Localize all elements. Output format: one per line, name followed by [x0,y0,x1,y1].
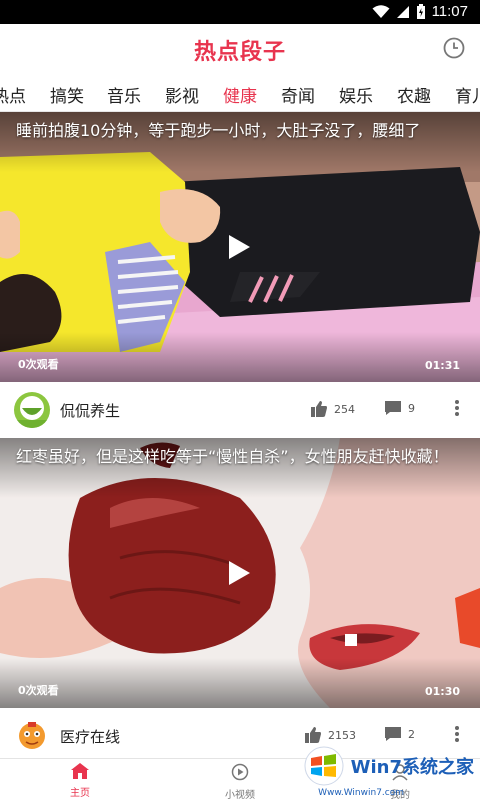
comment-count: 2 [408,727,415,741]
play-icon[interactable] [226,559,252,587]
tab-strange-news[interactable]: 奇闻 [281,82,315,107]
overlay-bottom [0,332,480,382]
status-icons: 11:07 [372,3,468,20]
watermark-url: Www.Winwin7.com [318,788,404,798]
author-avatar[interactable] [14,392,50,428]
view-count: 0次观看 [18,684,59,697]
author-name[interactable]: 侃侃养生 [60,400,120,421]
tab-farm[interactable]: 农趣 [397,82,431,107]
author-row: 侃侃养生 254 9 [0,382,480,438]
signal-icon [396,5,409,18]
wifi-icon [372,4,390,18]
tab-hot[interactable]: 热点 [0,82,26,107]
clock: 11:07 [431,3,468,20]
comment-button[interactable]: 2 [384,726,415,742]
tab-entertainment[interactable]: 娱乐 [339,82,373,107]
like-count: 254 [334,402,355,416]
comment-icon [385,401,401,415]
video-card-thumbnail[interactable]: 红枣虽好，但是这样吃等于“慢性自杀”，女性朋友赶快收藏！ 0次观看 01:30 [0,438,480,708]
video-title: 红枣虽好，但是这样吃等于“慢性自杀”，女性朋友赶快收藏！ [16,447,449,466]
more-options-icon[interactable] [454,724,460,744]
overlay-bottom [0,658,480,708]
video-title: 睡前拍腹10分钟，等于跑步一小时，大肚子没了，腰细了 [16,121,421,140]
thumbs-up-icon [305,727,321,743]
like-count: 2153 [328,728,356,742]
tab-funny[interactable]: 搞笑 [50,82,84,107]
comment-count: 9 [408,401,415,415]
comment-button[interactable]: 9 [384,400,415,416]
video-card-thumbnail[interactable]: 睡前拍腹10分钟，等于跑步一小时，大肚子没了，腰细了 0次观看 01:31 [0,112,480,382]
watermark-text: Win7系统之家 [350,757,474,778]
thumbs-up-icon [311,401,327,417]
more-options-icon[interactable] [454,398,460,418]
app-header: 热点段子 [0,24,480,72]
video-duration: 01:30 [424,685,460,698]
play-icon[interactable] [226,233,252,261]
tab-film[interactable]: 影视 [165,82,199,107]
app-logo: 热点段子 [193,40,286,65]
tab-parenting[interactable]: 育儿 [455,82,480,107]
home-icon [71,763,89,779]
comment-icon [385,727,401,741]
like-button[interactable]: 254 [310,400,355,418]
category-tabs: 热点 搞笑 音乐 影视 健康 奇闻 娱乐 农趣 育儿 [0,72,480,112]
play-circle-icon [231,763,249,781]
video-duration: 01:31 [424,359,460,372]
nav-home-label: 主页 [70,788,90,799]
author-name[interactable]: 医疗在线 [60,726,120,747]
view-count: 0次观看 [18,358,59,371]
tab-music[interactable]: 音乐 [107,82,141,107]
windows-logo-icon [304,746,344,786]
battery-icon [416,3,425,19]
history-clock-icon[interactable] [442,36,466,60]
tab-health[interactable]: 健康 [223,82,257,107]
author-avatar[interactable] [14,718,50,754]
status-bar: 11:07 [0,0,480,24]
author-avatar-image [14,392,50,428]
nav-short-video-label: 小视频 [225,790,255,800]
watermark: Win7系统之家 Www.Winwin7.com [301,746,474,798]
author-avatar-image [14,718,50,754]
nav-home[interactable]: 主页 [40,763,120,799]
like-button[interactable]: 2153 [304,726,356,744]
nav-short-video[interactable]: 小视频 [200,763,280,800]
